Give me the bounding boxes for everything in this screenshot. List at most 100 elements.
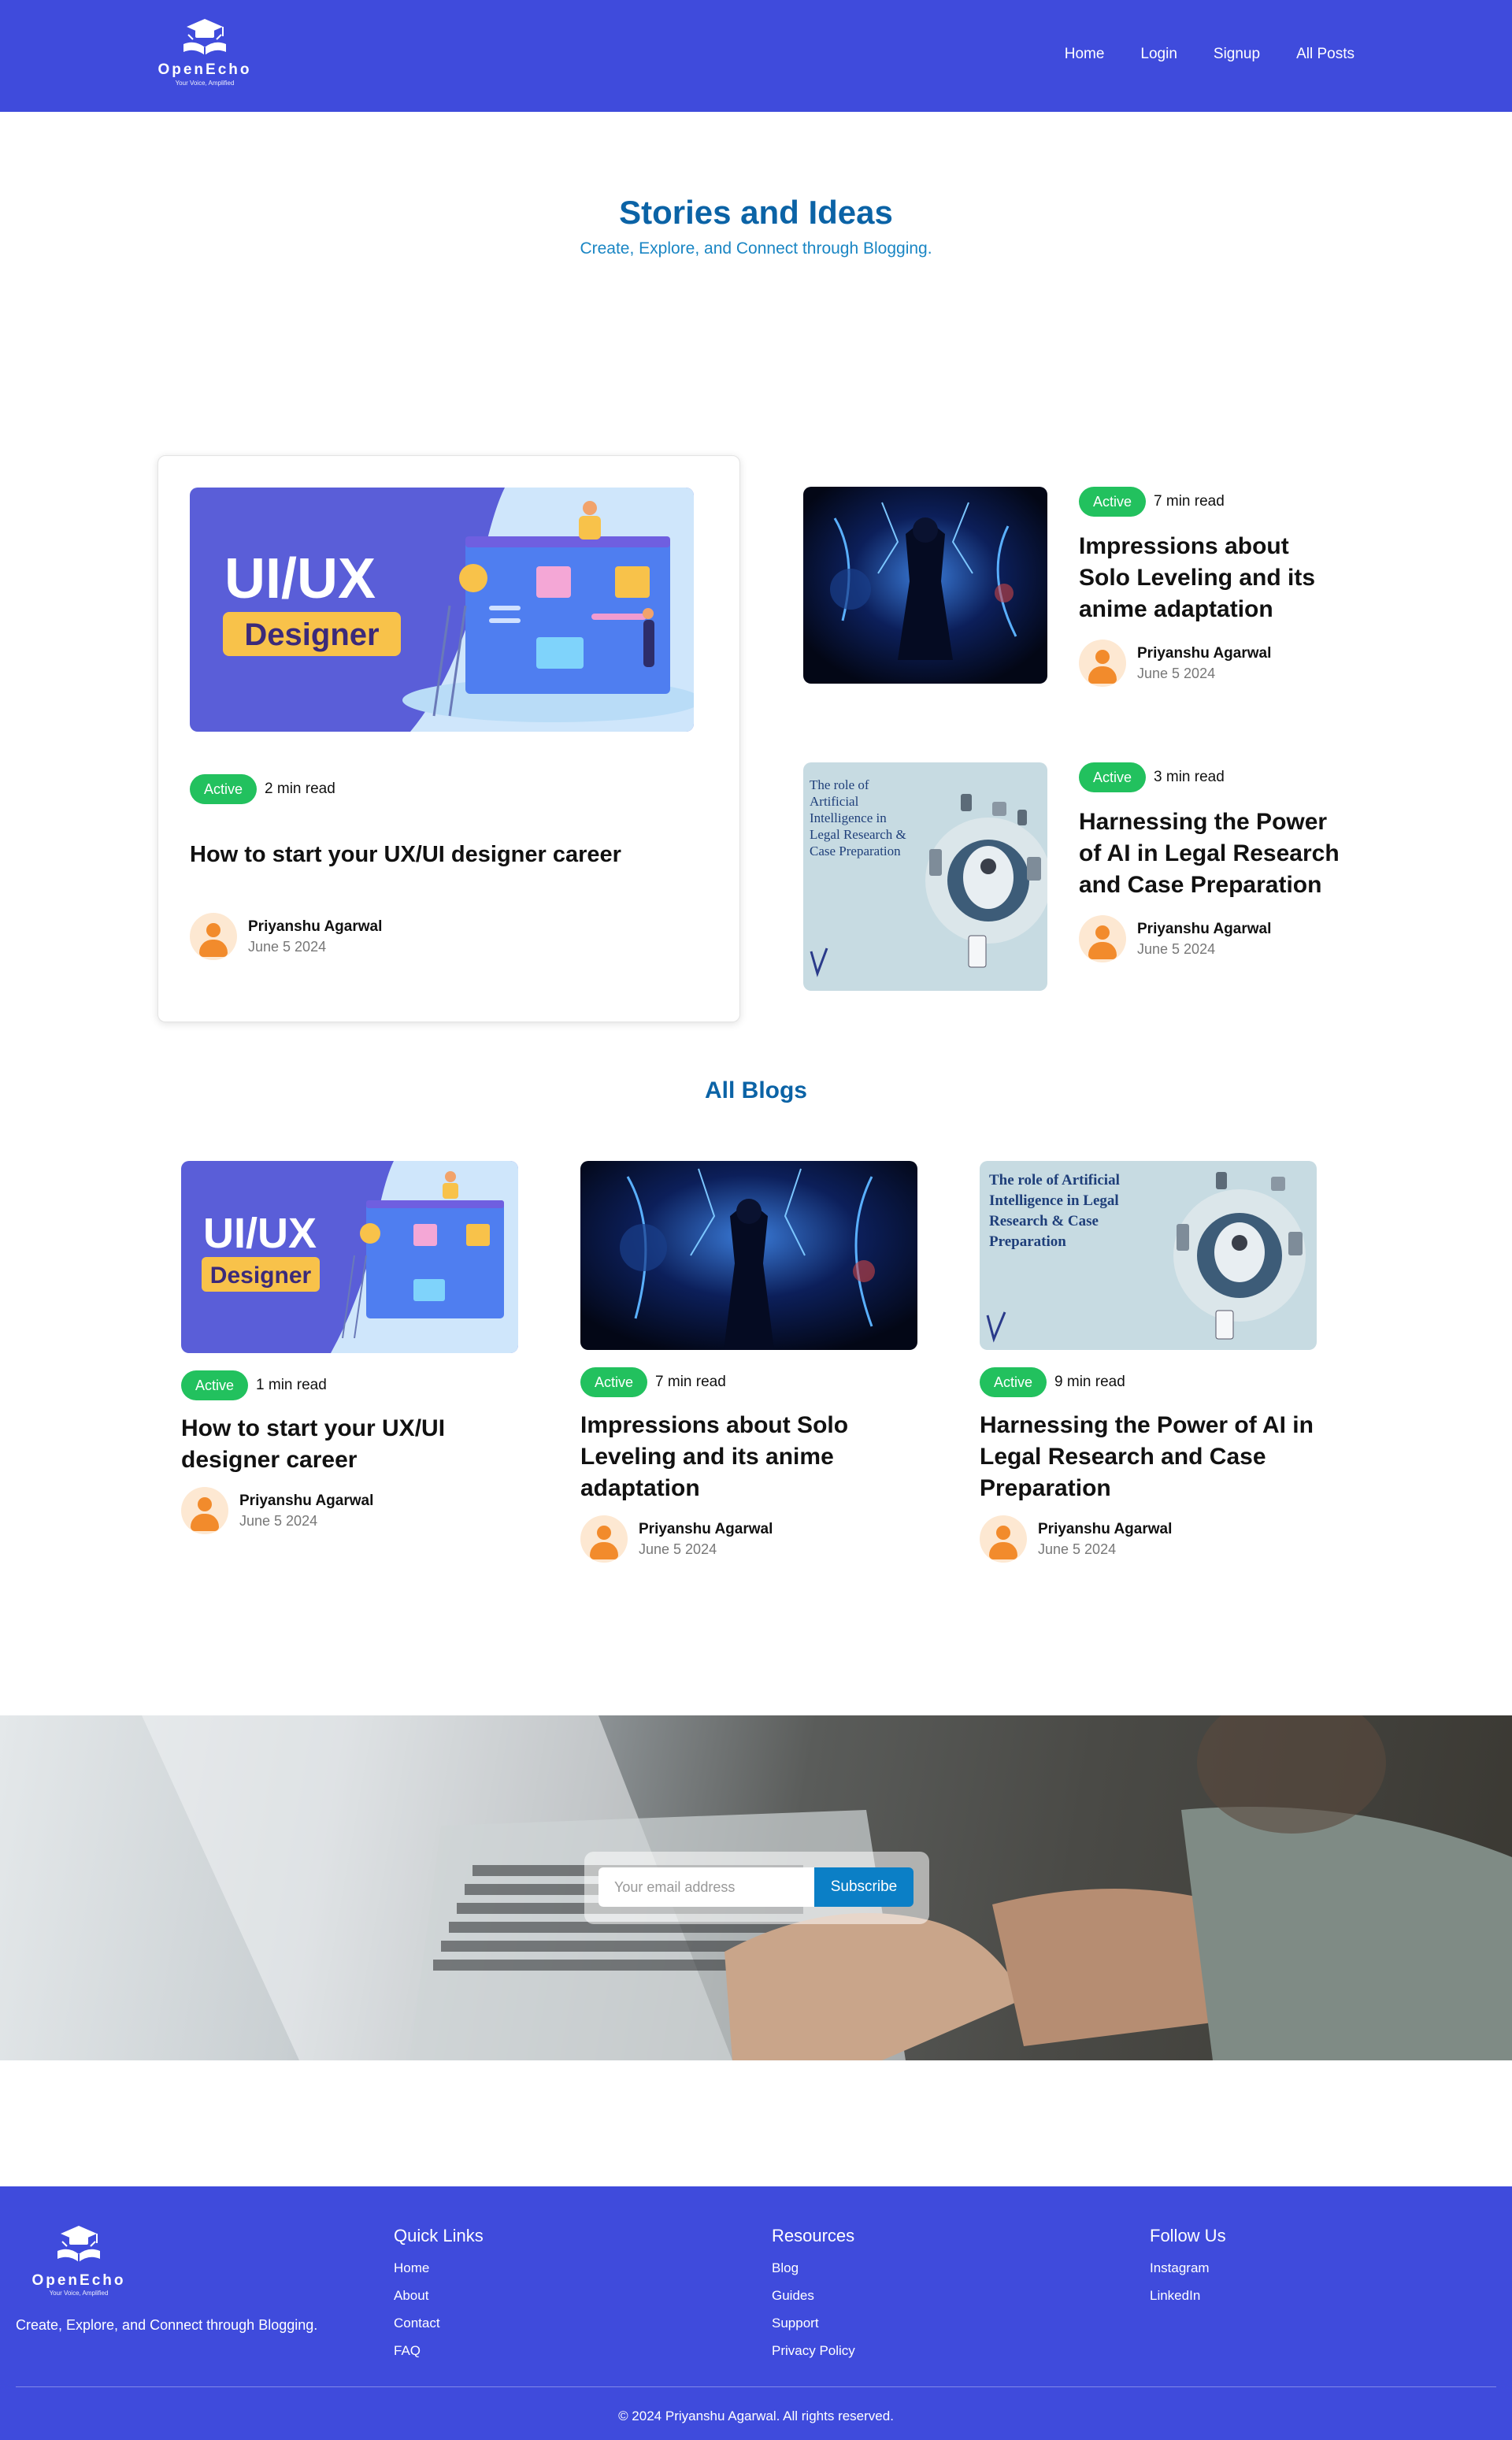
footer-link-home[interactable]: Home — [394, 2254, 484, 2282]
post-date: June 5 2024 — [1038, 1541, 1117, 1557]
nav-all-posts[interactable]: All Posts — [1296, 46, 1354, 63]
all-blogs-title: All Blogs — [704, 1077, 807, 1103]
nav-home[interactable]: Home — [1065, 46, 1105, 63]
blog-meta: Active 7 min read — [580, 1367, 917, 1397]
read-time: 3 min read — [1154, 769, 1225, 785]
featured-main-title[interactable]: How to start your UX/UI designer career — [190, 842, 621, 868]
uiux-designer-image: UI/UX Designer — [190, 488, 694, 732]
footer-column-title: Resources — [772, 2226, 855, 2245]
logo-tagline: Your Voice, Amplified — [175, 80, 235, 87]
side-card-title[interactable]: Harnessing the Power of AI in Legal Rese… — [1079, 807, 1347, 901]
footer-logo-name: OpenEcho — [32, 2272, 126, 2289]
read-time: 7 min read — [1154, 493, 1225, 510]
email-input[interactable] — [598, 1867, 814, 1907]
blog-title[interactable]: How to start your UX/UI designer career — [181, 1413, 518, 1476]
avatar — [1079, 915, 1126, 962]
footer-link-contact[interactable]: Contact — [394, 2309, 484, 2337]
post-date: June 5 2024 — [639, 1541, 717, 1557]
featured-main-meta: Active 2 min read — [190, 774, 335, 804]
uiux-designer-image: UI/UX Designer — [181, 1161, 518, 1353]
hero-title: Stories and Ideas — [619, 194, 893, 231]
hero-section: Stories and Ideas Create, Explore, and C… — [0, 112, 1512, 455]
site-logo[interactable]: OpenEcho Your Voice, Amplified — [150, 16, 260, 87]
avatar — [980, 1515, 1027, 1563]
featured-main-card[interactable]: UI/UX Designer Active 2 min read How to … — [158, 455, 740, 1022]
footer-logo-tagline: Your Voice, Amplified — [49, 2290, 109, 2297]
blog-meta: Active 9 min read — [980, 1367, 1317, 1397]
subscribe-button[interactable]: Subscribe — [814, 1867, 914, 1907]
avatar — [1079, 640, 1126, 687]
nav-login[interactable]: Login — [1140, 46, 1177, 63]
read-time: 2 min read — [265, 781, 335, 797]
blog-title[interactable]: Harnessing the Power of AI in Legal Rese… — [980, 1410, 1317, 1504]
footer-link-privacy-policy[interactable]: Privacy Policy — [772, 2337, 855, 2364]
footer-link-faq[interactable]: FAQ — [394, 2337, 484, 2364]
side-card-info: Active 7 min read Impressions about Solo… — [1079, 487, 1347, 687]
side-card-info: Active 3 min read Harnessing the Power o… — [1079, 762, 1347, 962]
ai-legal-image: The role of Artificial Intelligence in L… — [980, 1161, 1317, 1350]
avatar — [580, 1515, 628, 1563]
author-block: Priyanshu Agarwal June 5 2024 — [1079, 640, 1347, 687]
footer-spacer — [0, 2060, 1512, 2186]
logo-name: OpenEcho — [158, 61, 252, 78]
newsletter-form: Subscribe — [584, 1852, 929, 1924]
footer-column-quick-links: Quick Links Home About Contact FAQ — [394, 2226, 484, 2364]
all-blogs-section: All Blogs UI/UX Designer Active 1 min re… — [0, 1077, 1512, 1608]
blog-card-ai-legal[interactable]: The role of Artificial Intelligence in L… — [980, 1161, 1317, 1563]
author-name: Priyanshu Agarwal — [1038, 1520, 1173, 1537]
author-block: Priyanshu Agarwal June 5 2024 — [190, 913, 382, 960]
footer-column-title: Quick Links — [394, 2226, 484, 2245]
main-nav: Home Login Signup All Posts — [1065, 46, 1354, 63]
footer-divider — [16, 2386, 1496, 2387]
author-name: Priyanshu Agarwal — [1137, 920, 1272, 937]
read-time: 7 min read — [655, 1374, 726, 1390]
solo-leveling-image — [803, 487, 1047, 684]
graduation-book-icon — [57, 2226, 100, 2262]
nav-signup[interactable]: Signup — [1214, 46, 1260, 63]
avatar — [190, 913, 237, 960]
author-name: Priyanshu Agarwal — [239, 1492, 374, 1509]
image-text-uiux: UI/UX — [203, 1210, 317, 1257]
author-block: Priyanshu Agarwal June 5 2024 — [980, 1515, 1317, 1563]
status-badge: Active — [580, 1367, 648, 1397]
status-badge: Active — [190, 774, 258, 804]
status-badge: Active — [181, 1370, 249, 1400]
read-time: 1 min read — [256, 1377, 327, 1393]
footer-logo[interactable]: OpenEcho Your Voice, Amplified — [20, 2223, 138, 2297]
footer-copyright: © 2024 Priyanshu Agarwal. All rights res… — [618, 2408, 894, 2423]
footer-link-blog[interactable]: Blog — [772, 2254, 855, 2282]
footer-tagline: Create, Explore, and Connect through Blo… — [16, 2317, 318, 2333]
side-card-meta: Active 7 min read — [1079, 487, 1347, 517]
author-block: Priyanshu Agarwal June 5 2024 — [580, 1515, 917, 1563]
side-card-title[interactable]: Impressions about Solo Leveling and its … — [1079, 531, 1347, 625]
image-text-ai-legal: The role of Artificial Intelligence in L… — [810, 777, 906, 858]
footer-link-support[interactable]: Support — [772, 2309, 855, 2337]
status-badge: Active — [1079, 762, 1147, 792]
newsletter-section: Subscribe — [0, 1715, 1512, 2060]
blog-grid: UI/UX Designer Active 1 min read How to … — [0, 1104, 1512, 1608]
image-text-uiux: UI/UX — [224, 547, 376, 610]
site-header: OpenEcho Your Voice, Amplified Home Logi… — [0, 0, 1512, 112]
post-date: June 5 2024 — [239, 1512, 318, 1529]
image-text-designer: Designer — [244, 617, 379, 652]
graduation-book-icon — [183, 19, 226, 55]
footer-column-resources: Resources Blog Guides Support Privacy Po… — [772, 2226, 855, 2364]
author-name: Priyanshu Agarwal — [248, 918, 383, 935]
featured-section: UI/UX Designer Active 2 min read How to … — [0, 455, 1512, 1077]
hero-subtitle: Create, Explore, and Connect through Blo… — [580, 239, 932, 258]
footer-column-follow-us: Follow Us Instagram LinkedIn — [1150, 2226, 1226, 2309]
image-text-designer: Designer — [210, 1263, 312, 1289]
footer-column-title: Follow Us — [1150, 2226, 1226, 2245]
status-badge: Active — [1079, 487, 1147, 517]
post-date: June 5 2024 — [1137, 940, 1216, 957]
blog-card-solo-leveling[interactable]: Active 7 min read Impressions about Solo… — [580, 1161, 917, 1563]
solo-leveling-image — [580, 1161, 917, 1350]
footer-link-instagram[interactable]: Instagram — [1150, 2254, 1226, 2282]
site-footer: OpenEcho Your Voice, Amplified Create, E… — [0, 2186, 1512, 2440]
post-date: June 5 2024 — [1137, 665, 1216, 681]
blog-title[interactable]: Impressions about Solo Leveling and its … — [580, 1410, 917, 1504]
blog-meta: Active 1 min read — [181, 1370, 518, 1400]
blog-card-uiux[interactable]: UI/UX Designer Active 1 min read How to … — [181, 1161, 518, 1534]
read-time: 9 min read — [1054, 1374, 1125, 1390]
